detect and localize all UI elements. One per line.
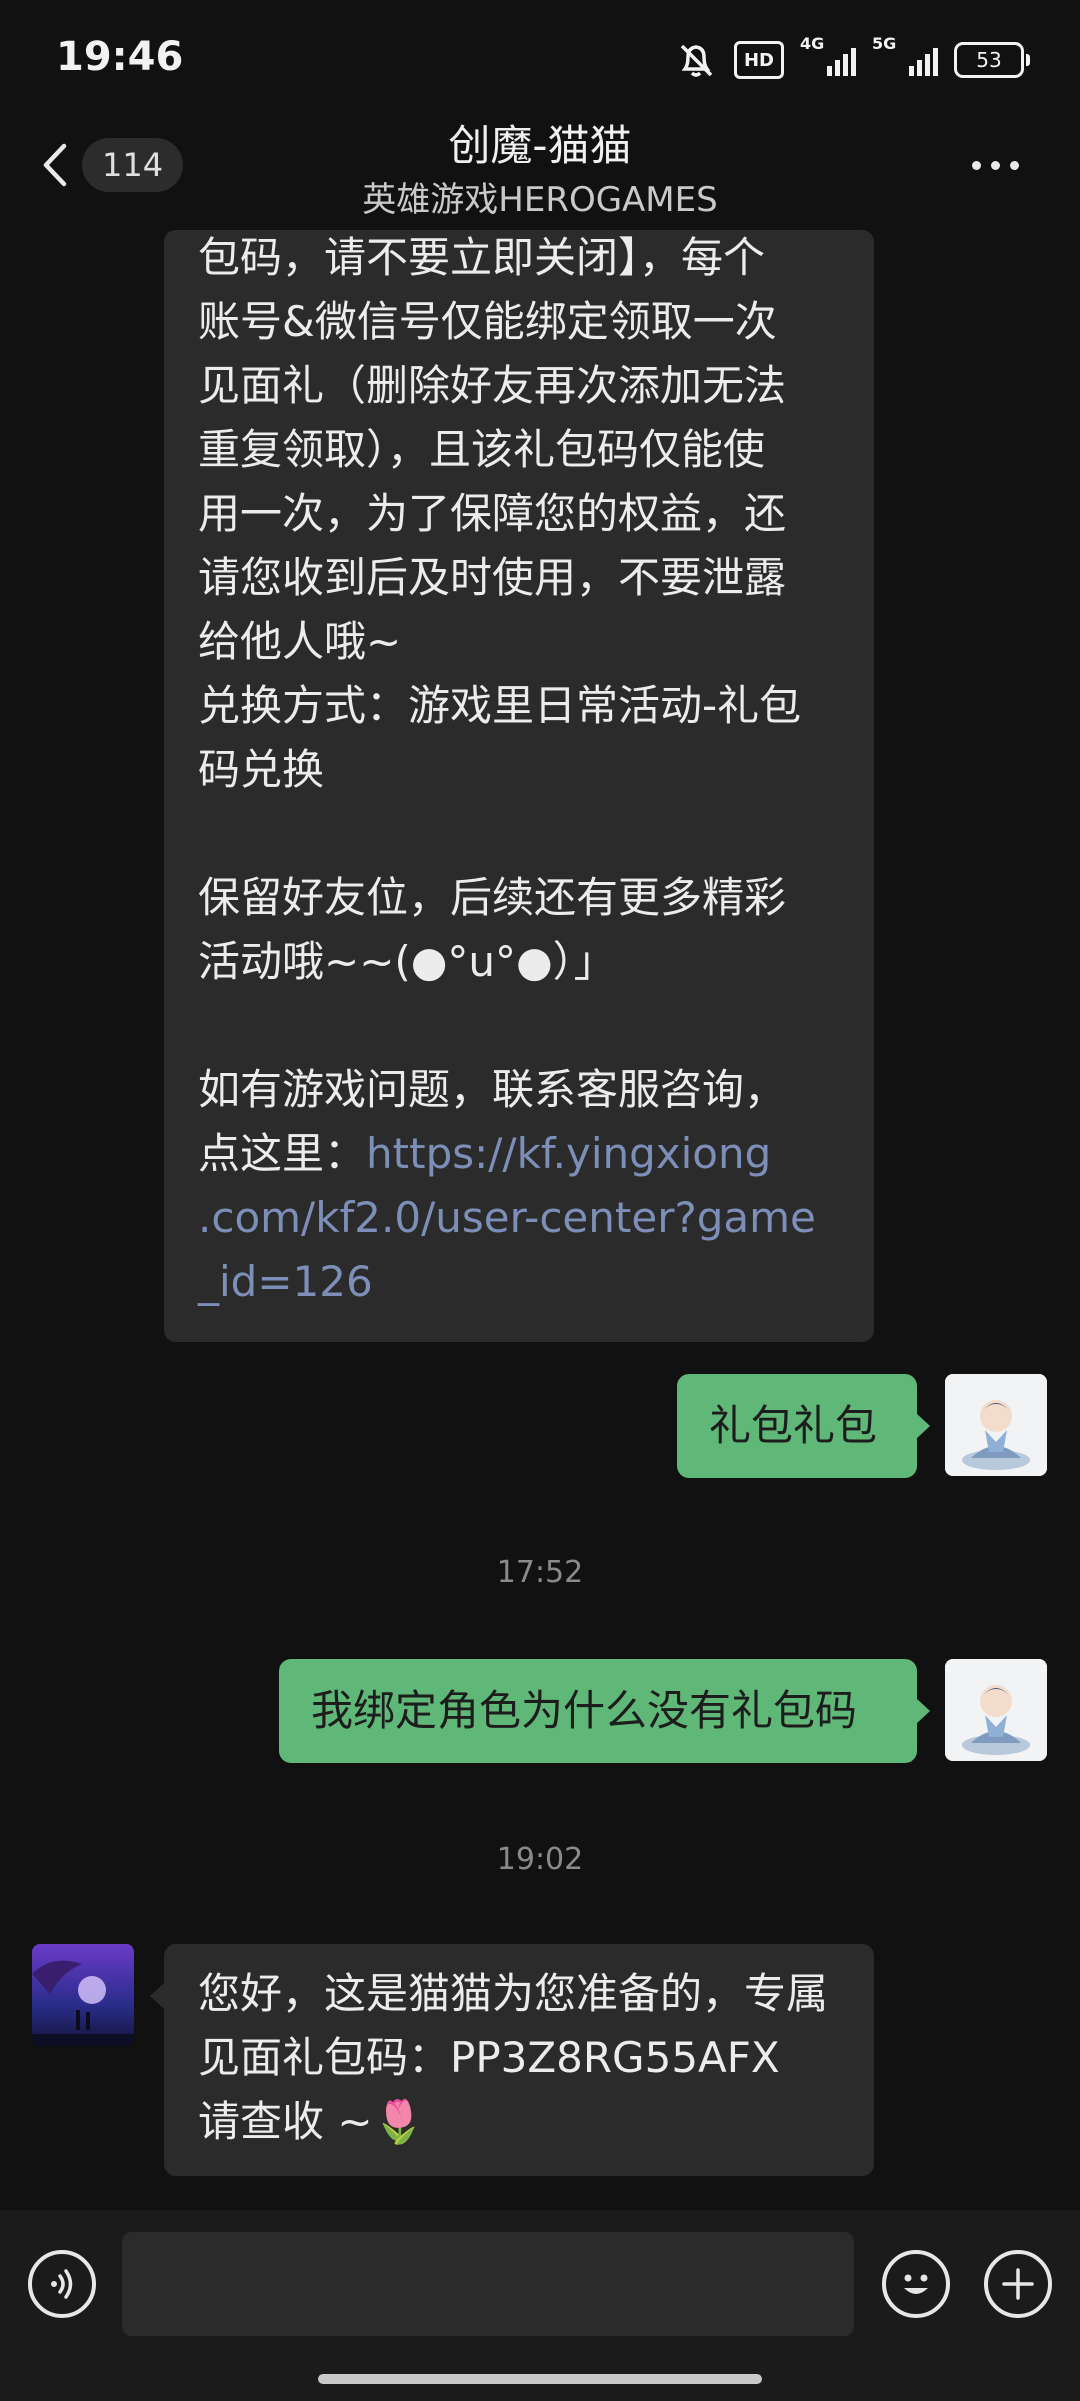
message-line: 码兑换 — [198, 745, 325, 794]
mute-bell-icon — [680, 44, 713, 77]
message-line: 点这里：https://kf.yingxiong — [198, 1129, 772, 1178]
message-line: 包码，请不要立即关闭】，每个 — [198, 233, 766, 282]
message-line: 见面礼（删除好友再次添加无法 — [198, 361, 787, 410]
message-line — [198, 802, 840, 866]
status-bar: 19:46 HD 4G 5G 53 — [0, 0, 1080, 125]
home-indicator[interactable] — [318, 2374, 762, 2384]
hd-badge: HD — [734, 41, 784, 79]
bubble-tail — [916, 1698, 930, 1724]
battery-icon: 53 — [954, 42, 1030, 78]
voice-icon[interactable] — [28, 2250, 96, 2318]
bubble-tail — [916, 1413, 930, 1439]
more-dots-icon[interactable] — [972, 148, 1032, 182]
contact-avatar[interactable] — [32, 1944, 134, 2046]
message-line — [198, 994, 840, 1058]
chat-title: 创魔-猫猫 — [448, 121, 632, 170]
status-time: 19:46 — [56, 34, 184, 80]
message-text: 我绑定角色为什么没有礼包码 — [311, 1686, 858, 1735]
message-line: 活动哦~~(●°u°●）」 — [198, 937, 616, 986]
my-avatar[interactable] — [945, 1659, 1047, 1761]
chat-subtitle: 英雄游戏HEROGAMES — [362, 180, 718, 220]
outgoing-message-bubble[interactable]: 我绑定角色为什么没有礼包码 — [279, 1659, 917, 1763]
emoji-icon[interactable] — [882, 2250, 950, 2318]
signal-icon: 4G — [800, 34, 856, 76]
outgoing-message-bubble[interactable]: 礼包礼包 — [677, 1374, 917, 1478]
message-line: 请您收到后及时使用，不要泄露 — [198, 553, 787, 602]
message-line: 保留好友位，后续还有更多精彩 — [198, 873, 787, 922]
message-line: 账号&微信号仅能绑定领取一次 — [198, 297, 777, 346]
bubble-tail — [150, 1983, 164, 2009]
message-line: 您好，这是猫猫为您准备的，专属 — [198, 1969, 829, 2018]
gift-code-line: 见面礼包码：PP3Z8RG55AFX — [198, 2033, 780, 2082]
message-line: 如有游戏问题，联系客服咨询， — [198, 1065, 787, 1114]
message-line: 用一次，为了保障您的权益，还 — [198, 489, 787, 538]
message-text: 包码，请不要立即关闭】，每个 账号&微信号仅能绑定领取一次 见面礼（删除好友再次… — [164, 230, 874, 1314]
signal-icon-2: 5G — [872, 34, 938, 76]
support-link[interactable]: https://kf.yingxiong — [366, 1129, 771, 1178]
timestamp: 19:02 — [496, 1842, 584, 1877]
message-line: 请查收 ~🌷 — [198, 2097, 425, 2146]
incoming-message-bubble[interactable]: 您好，这是猫猫为您准备的，专属 见面礼包码：PP3Z8RG55AFX 请查收 ~… — [164, 1944, 874, 2176]
my-avatar[interactable] — [945, 1374, 1047, 1476]
timestamp: 17:52 — [496, 1555, 584, 1590]
message-line: 给他人哦~ — [198, 617, 402, 666]
incoming-message-bubble[interactable]: 包码，请不要立即关闭】，每个 账号&微信号仅能绑定领取一次 见面礼（删除好友再次… — [164, 230, 874, 1342]
support-link-cont[interactable]: .com/kf2.0/user-center?game — [198, 1186, 840, 1250]
message-text: 礼包礼包 — [709, 1401, 878, 1450]
support-link-cont[interactable]: _id=126 — [198, 1250, 840, 1314]
message-line: 兑换方式：游戏里日常活动-礼包 — [198, 681, 802, 730]
message-line: 重复领取），且该礼包码仅能使 — [198, 425, 766, 474]
message-input[interactable] — [122, 2232, 854, 2336]
plus-icon[interactable] — [984, 2250, 1052, 2318]
status-icons: HD 4G 5G 53 — [674, 34, 1030, 84]
